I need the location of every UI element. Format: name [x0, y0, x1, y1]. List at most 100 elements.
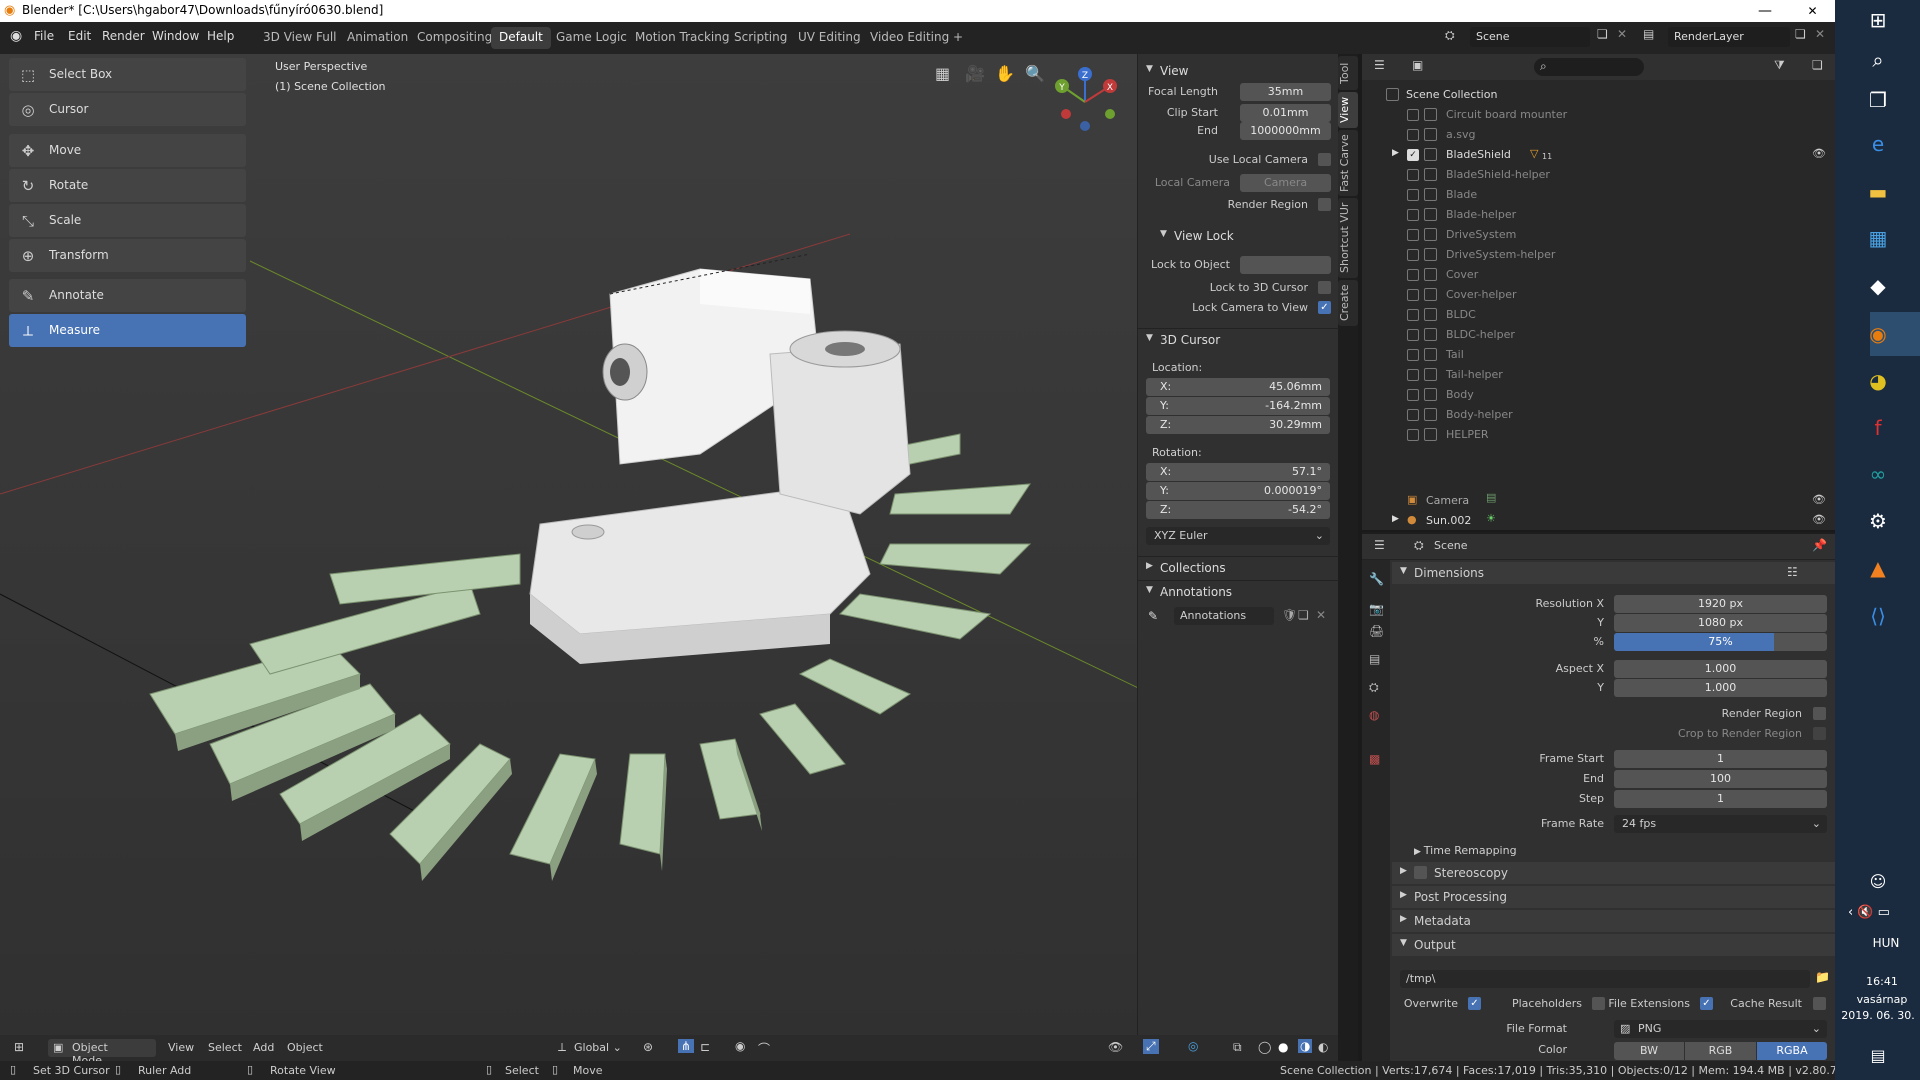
toggle-view-icon[interactable]: ▦ [935, 64, 950, 83]
cursor-y-field[interactable]: Y: -164.2mm [1146, 397, 1330, 415]
outliner-item[interactable]: Blade [1362, 185, 1835, 205]
tab-animation[interactable]: Animation [339, 27, 416, 49]
tab-fast-carve[interactable]: Fast Carve [1338, 130, 1358, 196]
exclude-checkbox[interactable] [1407, 169, 1419, 181]
render-layer-selector[interactable]: RenderLayer [1668, 27, 1790, 47]
cache-result-checkbox[interactable] [1813, 997, 1826, 1010]
edge-browser-icon[interactable]: e [1862, 128, 1894, 160]
language-indicator[interactable]: HUN [1866, 936, 1906, 950]
falloff-icon[interactable]: ⌒ [758, 1040, 770, 1057]
editor-type-icon[interactable]: ☰ [1374, 538, 1385, 552]
chrome-icon[interactable]: ◕ [1862, 365, 1894, 397]
outliner-item[interactable]: Body [1362, 385, 1835, 405]
fake-user-icon[interactable]: 🛡 [1282, 608, 1297, 622]
exclude-checkbox[interactable] [1407, 349, 1419, 361]
tool-measure[interactable]: ⟂ Measure [9, 314, 246, 347]
rotation-z-field[interactable]: Z: -54.2° [1146, 501, 1330, 519]
outliner-item[interactable]: DriveSystem [1362, 225, 1835, 245]
outliner-item[interactable]: Cover [1362, 265, 1835, 285]
tab-uv-editing[interactable]: UV Editing [790, 27, 869, 49]
scene-selector[interactable]: Scene [1470, 27, 1590, 47]
search-icon[interactable]: ⌕ [1862, 44, 1894, 76]
eye-icon[interactable]: 👁 [1812, 513, 1826, 526]
exclude-checkbox[interactable] [1407, 109, 1419, 121]
rotation-mode-dropdown[interactable]: XYZ Euler ⌄ [1146, 527, 1330, 545]
outliner-item[interactable]: Circuit board mounter [1362, 105, 1835, 125]
tool-scale[interactable]: ⤡ Scale [9, 204, 246, 237]
tool-settings-icon[interactable]: 🔧 [1369, 572, 1384, 586]
presets-icon[interactable]: ☷ [1787, 565, 1798, 579]
menu-edit[interactable]: Edit [68, 29, 91, 43]
navigation-gizmo[interactable]: Z Y X [1050, 64, 1120, 139]
tool-move[interactable]: ✥ Move [9, 134, 246, 167]
exclude-checkbox[interactable] [1407, 209, 1419, 221]
render-region-checkbox[interactable] [1813, 707, 1826, 720]
transform-orientation-dropdown[interactable]: Global ⌄ [574, 1041, 622, 1054]
frame-rate-dropdown[interactable]: 24 fps ⌄ [1614, 815, 1827, 833]
annotations-field[interactable]: Annotations [1174, 607, 1274, 625]
annotate-pencil-icon[interactable]: ✎ [1148, 609, 1158, 623]
output-props-icon[interactable]: 🖨 [1369, 624, 1384, 638]
3d-builder-icon[interactable]: ◆ [1862, 270, 1894, 302]
people-icon[interactable]: ☺ [1862, 866, 1894, 898]
output-header[interactable]: ▼ Output [1392, 934, 1835, 956]
gizmo-toggle-icon[interactable]: ⤢ [1143, 1039, 1159, 1054]
arduino-icon[interactable]: ∞ [1862, 458, 1894, 490]
new-collection-icon[interactable]: ❏ [1812, 58, 1823, 72]
new-scene-icon[interactable]: ❏ [1597, 27, 1608, 41]
close-button[interactable]: ✕ [1790, 0, 1835, 22]
wireframe-shading-icon[interactable]: ◯ [1258, 1040, 1271, 1054]
crop-region-checkbox[interactable] [1813, 727, 1826, 740]
outliner-item[interactable]: DriveSystem-helper [1362, 245, 1835, 265]
tab-compositing[interactable]: Compositing [409, 27, 500, 49]
aspect-y-field[interactable]: 1.000 [1614, 679, 1827, 697]
clock-time[interactable]: 16:41 [1845, 975, 1919, 988]
vscode-icon[interactable]: ⟨⟩ [1862, 600, 1894, 632]
3d-cursor-header[interactable]: ▼ 3D Cursor [1138, 328, 1339, 350]
exclude-checkbox[interactable] [1407, 369, 1419, 381]
outliner-object-camera[interactable]: ▣ Camera ▤ 👁 [1362, 491, 1835, 511]
exclude-checkbox[interactable] [1407, 329, 1419, 341]
eye-icon[interactable]: 👁 [1812, 147, 1826, 160]
network-app-icon[interactable]: ⚙ [1862, 505, 1894, 537]
eye-icon[interactable]: 👁 [1812, 493, 1826, 506]
editor-type-icon[interactable]: ☰ [1374, 58, 1385, 72]
area-divider[interactable] [1358, 54, 1362, 1061]
overlay-icon[interactable]: ◎ [1188, 1039, 1198, 1053]
pan-hand-icon[interactable]: ✋ [995, 64, 1015, 83]
outliner-item[interactable]: BLDC-helper [1362, 325, 1835, 345]
exclude-checkbox[interactable]: ✓ [1407, 149, 1419, 161]
editor-type-icon[interactable]: ⊞ [14, 1040, 24, 1054]
blender-menu-icon[interactable]: ◉ [10, 28, 22, 44]
object-mode-dropdown[interactable]: ▣Object Mode⌄ [48, 1039, 156, 1067]
render-region-checkbox[interactable] [1318, 198, 1331, 211]
tool-transform[interactable]: ⊕ Transform [9, 239, 246, 272]
proportional-edit-icon[interactable]: ◉ [735, 1039, 745, 1053]
exclude-checkbox[interactable] [1407, 409, 1419, 421]
dimensions-header[interactable]: ▼ Dimensions ☷ [1392, 562, 1835, 584]
frame-start-field[interactable]: 1 [1614, 750, 1827, 768]
outliner-item[interactable]: Cover-helper [1362, 285, 1835, 305]
tool-annotate[interactable]: ✎ Annotate [9, 279, 246, 312]
folder-icon[interactable]: 📁 [1815, 970, 1830, 984]
view-menu[interactable]: View [168, 1041, 194, 1054]
metadata-header[interactable]: ▶ Metadata [1392, 910, 1835, 932]
minimize-button[interactable]: — [1742, 0, 1788, 22]
object-menu[interactable]: Object [287, 1041, 323, 1054]
pin-icon[interactable]: 📌 [1812, 538, 1827, 552]
view-lock-header[interactable]: ▼ View Lock [1138, 225, 1339, 247]
outliner-item[interactable]: Tail-helper [1362, 365, 1835, 385]
time-remapping-subpanel[interactable]: ▶ Time Remapping [1414, 844, 1517, 857]
stereoscopy-header[interactable]: ▶ Stereoscopy [1392, 862, 1835, 884]
tab-3d-view-full[interactable]: 3D View Full [255, 27, 345, 49]
tray-icons[interactable]: ‹ 🔇 ▭ [1848, 905, 1890, 920]
exclude-checkbox[interactable] [1407, 309, 1419, 321]
render-props-icon[interactable]: 📷 [1369, 602, 1384, 616]
delete-layer-icon[interactable]: ✕ [1815, 27, 1825, 41]
menu-file[interactable]: File [34, 29, 54, 43]
exclude-checkbox[interactable] [1407, 249, 1419, 261]
notifications-icon[interactable]: ▤ [1862, 1040, 1894, 1072]
calendar-app-icon[interactable]: ▦ [1862, 222, 1894, 254]
exclude-checkbox[interactable] [1407, 429, 1419, 441]
tab-tool[interactable]: Tool [1338, 56, 1358, 90]
